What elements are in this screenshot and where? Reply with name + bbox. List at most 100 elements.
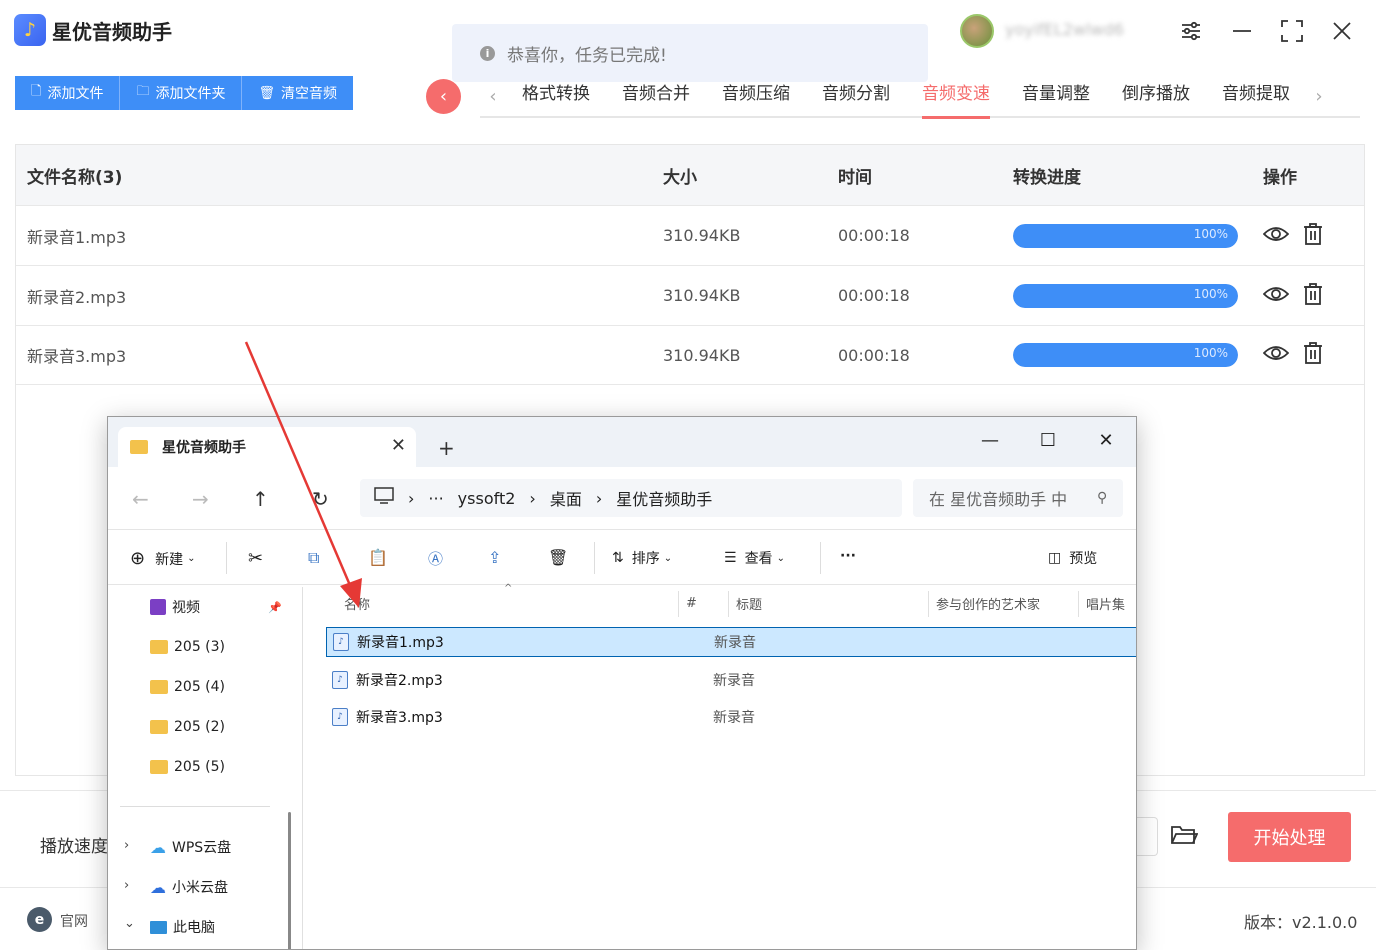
eye-preview-icon[interactable]	[1262, 225, 1290, 247]
sort-button[interactable]: ⇅ 排序 ⌄	[612, 548, 672, 568]
eye-preview-icon[interactable]	[1262, 344, 1290, 366]
open-output-folder-icon[interactable]	[1170, 823, 1200, 853]
nav-item-mi-cloud[interactable]: ☁ 小米云盘	[150, 875, 228, 899]
clear-audio-label: 清空音频	[280, 86, 337, 102]
col-divider[interactable]	[728, 591, 729, 617]
fullscreen-icon[interactable]	[1275, 14, 1309, 48]
breadcrumb-more[interactable]: ···	[428, 489, 443, 508]
cut-icon[interactable]: ✂	[248, 548, 263, 569]
col-divider[interactable]	[1078, 591, 1079, 617]
delete-icon[interactable]: 🗑	[548, 548, 568, 567]
delete-trash-icon[interactable]	[1303, 342, 1323, 368]
tab-audio-extract[interactable]: 音频提取	[1206, 75, 1306, 117]
new-tab-icon[interactable]: +	[438, 436, 455, 460]
paste-icon[interactable]: 📋	[368, 548, 388, 567]
add-file-button[interactable]: 🗋 添加文件	[15, 76, 121, 110]
back-arrow-icon[interactable]: ←	[132, 487, 149, 511]
preview-label: 预览	[1069, 551, 1098, 567]
file-row[interactable]: ♪ 新录音1.mp3 新录音	[326, 627, 1136, 657]
col-name-header: 文件名称(3)	[27, 167, 123, 188]
nav-item-video[interactable]: 视频 📌	[150, 595, 282, 619]
refresh-icon[interactable]: ↻	[312, 487, 329, 511]
website-icon[interactable]: e	[27, 907, 52, 932]
website-link[interactable]: 官网	[60, 911, 88, 931]
up-arrow-icon[interactable]: ↑	[252, 487, 269, 511]
file-row[interactable]: ♪ 新录音3.mp3 新录音	[326, 702, 1136, 732]
close-icon[interactable]: ✕	[1086, 425, 1126, 455]
address-bar[interactable]: › ··· yssoft2 › 桌面 › 星优音频助手	[360, 479, 902, 517]
col-divider[interactable]	[678, 591, 679, 617]
col-number[interactable]: #	[686, 587, 697, 619]
search-input[interactable]: 在 星优音频助手 中 ⚲	[913, 479, 1123, 517]
col-title[interactable]: 标题	[736, 587, 762, 619]
add-folder-label: 添加文件夹	[155, 86, 226, 102]
col-name[interactable]: 名称	[344, 587, 370, 619]
table-row[interactable]: 新录音1.mp3 310.94KB 00:00:18 100%	[16, 205, 1364, 265]
nav-item-folder[interactable]: 205 (3)	[150, 635, 225, 659]
tabs-prev-icon[interactable]: ‹	[480, 86, 506, 107]
explorer-tab[interactable]: 星优音频助手 ✕	[118, 427, 416, 467]
chevron-down-icon: ⌄	[187, 553, 196, 564]
breadcrumb-item[interactable]: yssoft2	[458, 489, 516, 508]
divider	[820, 542, 821, 574]
share-icon[interactable]: ⇪	[488, 548, 501, 567]
command-bar: ⊕ 新建 ⌄ ✂ ⧉ 📋 Ⓐ ⇪ 🗑 ⇅ 排序 ⌄ ☰ 查看 ⌄ ··· ◫ 预…	[108, 529, 1136, 585]
nav-scrollbar[interactable]	[288, 812, 291, 949]
col-size-header: 大小	[663, 167, 697, 188]
tab-volume-adjust[interactable]: 音量调整	[1006, 75, 1106, 117]
rename-icon[interactable]: Ⓐ	[428, 548, 443, 569]
col-artist[interactable]: 参与创作的艺术家	[936, 587, 1040, 619]
nav-item-folder[interactable]: 205 (5)	[150, 755, 225, 779]
col-divider[interactable]	[928, 591, 929, 617]
pin-icon[interactable]: 📌	[268, 601, 282, 614]
breadcrumb-item[interactable]: 星优音频助手	[616, 486, 712, 510]
nav-label: 205 (5)	[174, 759, 226, 775]
nav-label: 此电脑	[173, 920, 215, 936]
clear-audio-button[interactable]: 🗑 清空音频	[242, 76, 353, 110]
table-header: 文件名称(3) 大小 时间 转换进度 操作	[16, 145, 1364, 205]
delete-trash-icon[interactable]	[1303, 282, 1323, 309]
table-row[interactable]: 新录音3.mp3 310.94KB 00:00:18 100%	[16, 325, 1364, 385]
more-options-icon[interactable]: ···	[840, 548, 856, 564]
speed-label: 播放速度	[40, 837, 108, 857]
user-name[interactable]: yoyifEL2wlwd6	[1005, 20, 1124, 39]
chevron-right-icon[interactable]: ›	[124, 878, 129, 893]
start-process-button[interactable]: 开始处理	[1228, 812, 1351, 862]
tabs-next-icon[interactable]: ›	[1306, 86, 1332, 107]
col-album[interactable]: 唱片集	[1086, 587, 1125, 619]
copy-icon[interactable]: ⧉	[308, 548, 319, 568]
chevron-right-icon[interactable]: ›	[124, 838, 129, 853]
minimize-icon[interactable]	[1225, 14, 1259, 48]
chevron-down-icon[interactable]: ⌄	[124, 916, 135, 931]
maximize-icon[interactable]: ☐	[1028, 425, 1068, 455]
forward-arrow-icon[interactable]: →	[192, 487, 209, 511]
file-name: 新录音2.mp3	[356, 673, 443, 689]
nav-item-this-pc[interactable]: 此电脑	[150, 915, 215, 939]
breadcrumb-item[interactable]: 桌面	[550, 486, 582, 510]
eye-preview-icon[interactable]	[1262, 285, 1290, 307]
pane-divider[interactable]	[302, 587, 303, 949]
chevron-down-icon: ⌄	[663, 552, 673, 564]
file-row[interactable]: ♪ 新录音2.mp3 新录音	[326, 665, 1136, 695]
table-row[interactable]: 新录音2.mp3 310.94KB 00:00:18 100%	[16, 265, 1364, 325]
new-button[interactable]: ⊕ 新建 ⌄	[130, 548, 195, 569]
file-title: 新录音	[713, 673, 755, 689]
progress-bar: 100%	[1013, 283, 1238, 308]
nav-item-wps-cloud[interactable]: ☁ WPS云盘	[150, 835, 231, 859]
nav-item-folder[interactable]: 205 (4)	[150, 675, 225, 699]
close-tab-icon[interactable]: ✕	[391, 435, 406, 456]
close-icon[interactable]	[1325, 14, 1359, 48]
mp3-file-icon: ♪	[332, 671, 348, 689]
delete-trash-icon[interactable]	[1303, 222, 1323, 249]
user-avatar[interactable]	[960, 14, 994, 48]
minimize-icon[interactable]: —	[970, 425, 1010, 455]
nav-item-folder[interactable]: 205 (2)	[150, 715, 225, 739]
preview-button[interactable]: ◫ 预览	[1048, 548, 1097, 568]
tab-reverse-play[interactable]: 倒序播放	[1106, 75, 1206, 117]
mp3-file-icon: ♪	[333, 633, 349, 651]
add-folder-button[interactable]: 🗀 添加文件夹	[120, 76, 243, 110]
explorer-tabbar: 星优音频助手 ✕ + — ☐ ✕	[108, 417, 1136, 467]
view-button[interactable]: ☰ 查看 ⌄	[724, 548, 785, 568]
tab-back-button[interactable]: ‹	[426, 79, 461, 114]
settings-sliders-icon[interactable]	[1174, 14, 1208, 48]
